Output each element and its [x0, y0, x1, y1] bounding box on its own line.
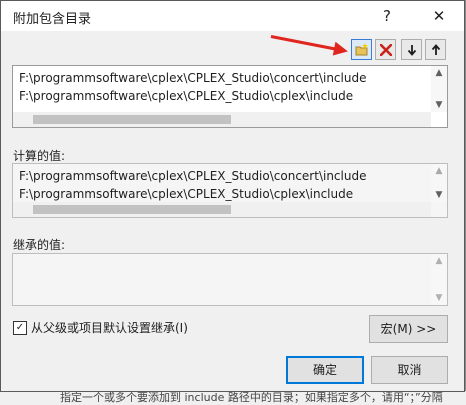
- directories-list[interactable]: F:\programmsoftware\cplex\CPLEX_Studio\c…: [12, 65, 448, 128]
- directory-item[interactable]: F:\programmsoftware\cplex\CPLEX_Studio\c…: [19, 87, 429, 105]
- evaluated-item: F:\programmsoftware\cplex\CPLEX_Studio\c…: [19, 169, 367, 183]
- evaluated-value-label: 计算的值:: [13, 149, 66, 163]
- directory-item[interactable]: F:\programmsoftware\cplex\CPLEX_Studio\c…: [19, 69, 429, 87]
- scroll-up-icon[interactable]: ▲: [431, 256, 447, 266]
- inherit-checkbox-label[interactable]: 从父级或项目默认设置继承(I): [31, 319, 188, 336]
- delete-icon: [379, 43, 392, 56]
- scroll-up-icon[interactable]: ▲: [431, 68, 447, 78]
- new-line-button[interactable]: [351, 39, 372, 60]
- move-up-icon: [431, 43, 440, 55]
- inherited-vertical-scrollbar[interactable]: ▲ ▼: [431, 254, 447, 305]
- close-button[interactable]: ✕: [419, 1, 459, 31]
- dialog-title: 附加包含目录: [13, 12, 92, 27]
- additional-include-directories-dialog: 附加包含目录 ? ✕ F:\programmsoftware\cplex\CPL…: [0, 0, 465, 392]
- directories-lines: F:\programmsoftware\cplex\CPLEX_Studio\c…: [19, 69, 429, 105]
- scroll-down-icon[interactable]: ▼: [431, 100, 447, 110]
- ok-button[interactable]: 确定: [286, 356, 364, 384]
- horizontal-scroll-thumb[interactable]: [33, 115, 231, 124]
- delete-line-button[interactable]: [375, 39, 396, 60]
- macros-button[interactable]: 宏(M) >>: [369, 315, 448, 343]
- scroll-down-icon[interactable]: ▼: [431, 190, 447, 200]
- inherited-values-box: ▲ ▼: [12, 253, 448, 306]
- evaluated-item: F:\programmsoftware\cplex\CPLEX_Studio\c…: [19, 187, 354, 201]
- title-bar: 附加包含目录 ? ✕: [1, 1, 464, 31]
- scroll-up-icon[interactable]: ▲: [431, 166, 447, 176]
- background-hint-text: 指定一个或多个要添加到 include 路径中的目录；如果指定多个，请用“；”分…: [0, 391, 466, 405]
- directories-vertical-scrollbar[interactable]: ▲ ▼: [431, 66, 447, 112]
- new-folder-icon: [355, 43, 368, 56]
- move-down-button[interactable]: [401, 39, 422, 60]
- move-down-icon: [407, 44, 416, 56]
- move-up-button[interactable]: [425, 39, 446, 60]
- scroll-down-icon[interactable]: ▼: [431, 293, 447, 303]
- annotation-arrow-head: [332, 41, 350, 59]
- inherited-values-label: 继承的值:: [13, 238, 66, 252]
- evaluated-horizontal-scrollbar[interactable]: [13, 202, 431, 217]
- help-button[interactable]: ?: [367, 1, 407, 31]
- inherit-checkbox-row[interactable]: ✓ 从父级或项目默认设置继承(I): [13, 319, 188, 336]
- evaluated-vertical-scrollbar[interactable]: ▲ ▼: [431, 164, 447, 202]
- directories-horizontal-scrollbar[interactable]: [13, 112, 431, 127]
- horizontal-scroll-thumb[interactable]: [33, 205, 231, 214]
- inherit-checkbox[interactable]: ✓: [13, 320, 27, 335]
- evaluated-lines: F:\programmsoftware\cplex\CPLEX_Studio\c…: [19, 167, 429, 203]
- evaluated-value-box: F:\programmsoftware\cplex\CPLEX_Studio\c…: [12, 163, 448, 218]
- cancel-button[interactable]: 取消: [371, 356, 448, 384]
